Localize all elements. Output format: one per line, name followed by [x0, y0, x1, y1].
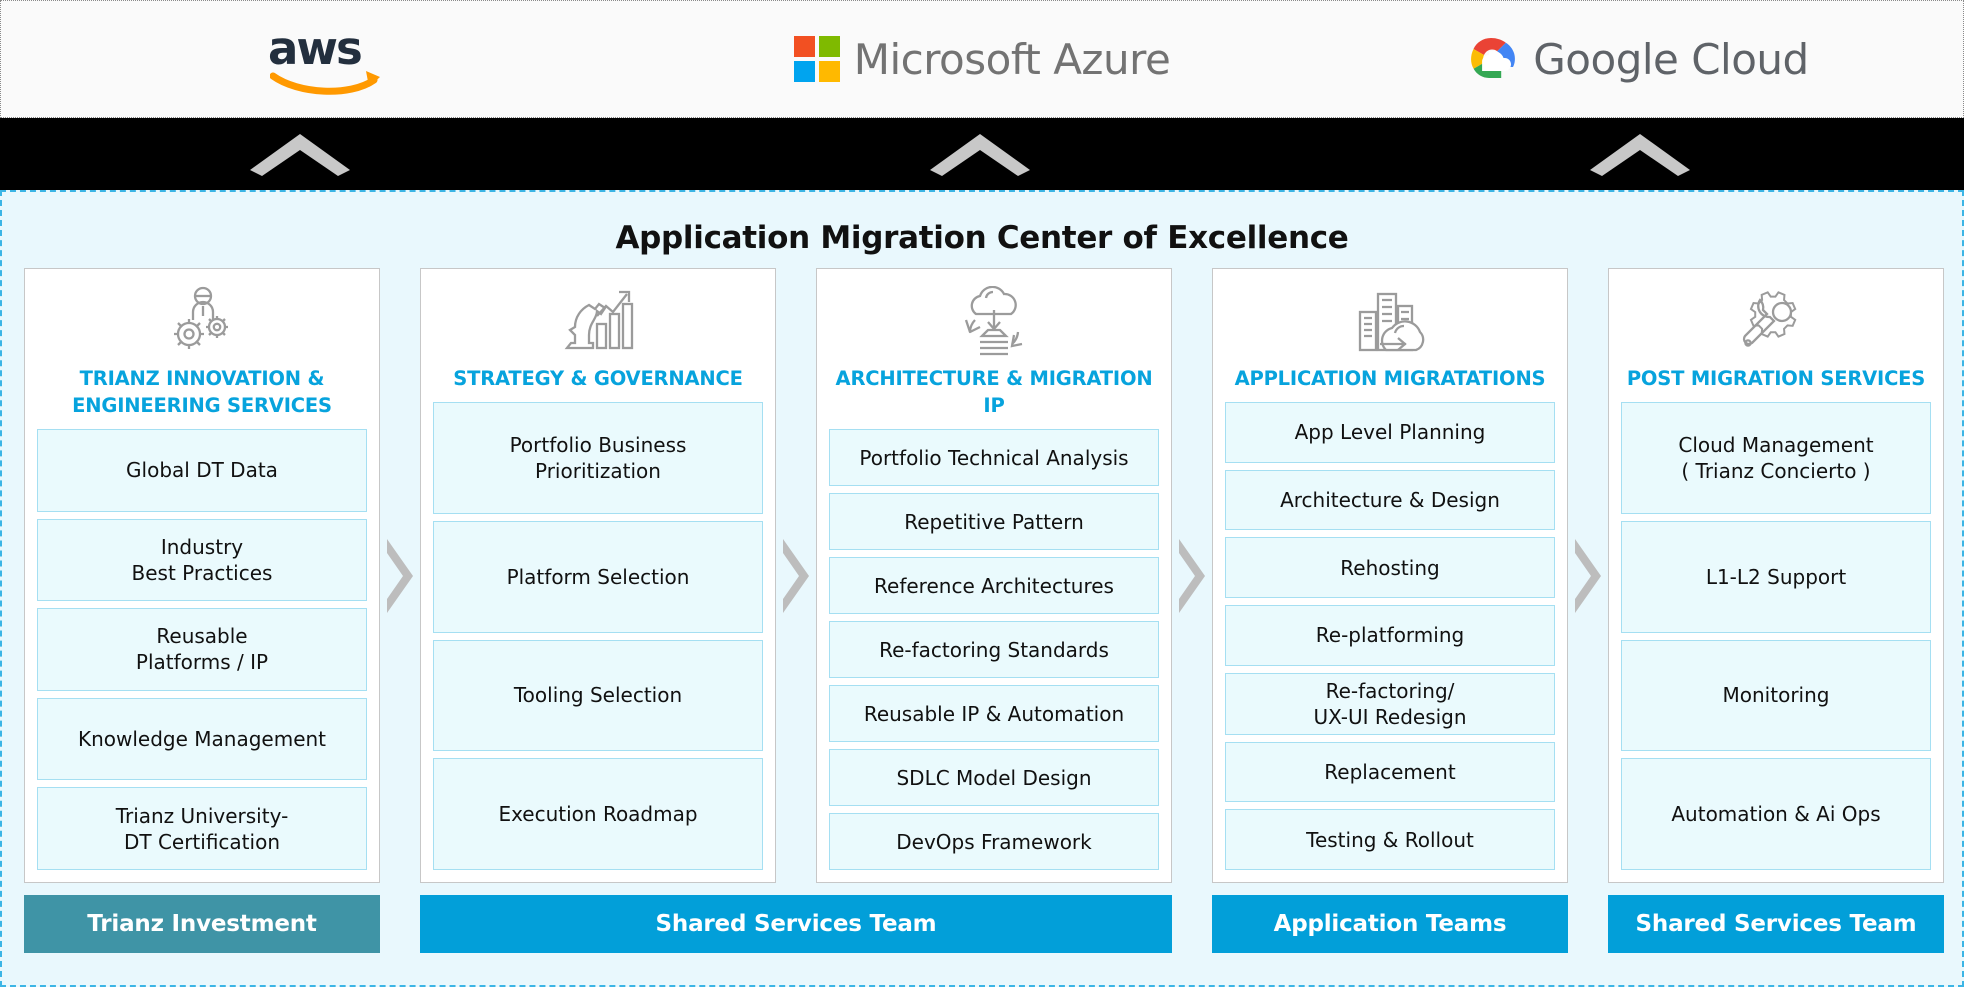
list-item[interactable]: App Level Planning	[1225, 402, 1555, 463]
chevron-up-icon-google-cloud	[1590, 134, 1690, 176]
buildings-to-cloud-icon	[1348, 285, 1432, 359]
pillar-items: Cloud Management ( Trianz Concierto ) L1…	[1621, 402, 1931, 870]
pillar-architecture-migration-ip[interactable]: ARCHITECTURE & MIGRATION IP Portfolio Te…	[816, 268, 1172, 883]
page-title: Application Migration Center of Excellen…	[615, 220, 1349, 256]
azure-word-microsoft: Microsoft	[853, 34, 1041, 84]
azure-logo-text: Microsoft Azure	[854, 35, 1171, 84]
list-item[interactable]: Tooling Selection	[433, 639, 763, 752]
list-item[interactable]: Monitoring	[1621, 639, 1931, 752]
chevron-right-icon	[387, 538, 413, 613]
pillar-columns-row: TRIANZ INNOVATION & ENGINEERING SERVICES…	[24, 268, 1944, 883]
google-cloud-word-google: Google	[1533, 34, 1679, 84]
list-item[interactable]: Reference Architectures	[829, 557, 1159, 614]
team-bar-shared-services-team-right[interactable]: Shared Services Team	[1608, 895, 1944, 953]
flow-arrow-3	[1172, 268, 1212, 883]
list-item[interactable]: SDLC Model Design	[829, 749, 1159, 806]
chevron-right-icon	[783, 538, 809, 613]
pillar-application-migratations[interactable]: APPLICATION MIGRATATIONS App Level Plann…	[1212, 268, 1568, 883]
aws-logo: aws	[268, 22, 388, 95]
list-item[interactable]: Repetitive Pattern	[829, 493, 1159, 550]
list-item[interactable]: Portfolio Business Prioritization	[433, 402, 763, 514]
pillar-trianz-innovation-engineering-services[interactable]: TRIANZ INNOVATION & ENGINEERING SERVICES…	[24, 268, 380, 883]
aws-logo-text: aws	[268, 22, 363, 75]
person-gears-icon	[165, 285, 239, 359]
pillar-post-migration-services[interactable]: POST MIGRATION SERVICES Cloud Management…	[1608, 268, 1944, 883]
list-item[interactable]: Re-factoring/ UX-UI Redesign	[1225, 672, 1555, 735]
chevron-up-icon-azure	[930, 134, 1030, 176]
team-bar-gap	[1568, 895, 1608, 953]
application-migration-coe-panel: Application Migration Center of Excellen…	[0, 190, 1964, 987]
google-cloud-logo-text: Google Cloud	[1533, 34, 1809, 84]
cloud-provider-aws: aws	[1, 1, 655, 117]
team-bar-shared-services-team-left[interactable]: Shared Services Team	[420, 895, 1172, 953]
list-item[interactable]: Re-factoring Standards	[829, 621, 1159, 678]
pillar-items: Portfolio Technical Analysis Repetitive …	[829, 429, 1159, 870]
list-item[interactable]: Platform Selection	[433, 520, 763, 633]
list-item[interactable]: Replacement	[1225, 741, 1555, 803]
list-item[interactable]: Trianz University- DT Certification	[37, 787, 367, 870]
pillar-title: ARCHITECTURE & MIGRATION IP	[835, 367, 1153, 417]
pillar-strategy-governance[interactable]: STRATEGY & GOVERNANCE Portfolio Business…	[420, 268, 776, 883]
team-bars-row: Trianz Investment Shared Services Team A…	[24, 895, 1944, 953]
list-item[interactable]: Portfolio Technical Analysis	[829, 429, 1159, 486]
microsoft-squares-icon	[793, 36, 840, 82]
google-cloud-mark-icon	[1471, 38, 1516, 78]
list-item[interactable]: DevOps Framework	[829, 813, 1159, 870]
pillar-title: POST MIGRATION SERVICES	[1626, 367, 1926, 390]
flow-arrow-4	[1568, 268, 1608, 883]
cloud-provider-google-cloud: Google Cloud	[1309, 1, 1963, 117]
chevron-right-icon	[1179, 538, 1205, 613]
black-divider-band	[0, 118, 1964, 190]
list-item[interactable]: Rehosting	[1225, 537, 1555, 599]
list-item[interactable]: Knowledge Management	[37, 697, 367, 781]
cloud-providers-strip: aws Microsoft Azure Google Cloud	[0, 0, 1964, 118]
list-item[interactable]: Execution Roadmap	[433, 758, 763, 870]
list-item[interactable]: Testing & Rollout	[1225, 809, 1555, 871]
google-cloud-word-cloud: Cloud	[1691, 34, 1809, 84]
list-item[interactable]: L1-L2 Support	[1621, 520, 1931, 633]
azure-word-azure: Azure	[1053, 34, 1171, 84]
list-item[interactable]: Re-platforming	[1225, 605, 1555, 666]
pillar-items: Portfolio Business Prioritization Platfo…	[433, 402, 763, 870]
list-item[interactable]: Reusable Platforms / IP	[37, 608, 367, 691]
list-item[interactable]: Architecture & Design	[1225, 469, 1555, 531]
chevron-right-icon	[1575, 538, 1601, 613]
pillar-items: Global DT Data Industry Best Practices R…	[37, 429, 367, 870]
cloud-provider-azure: Microsoft Azure	[655, 1, 1309, 117]
list-item[interactable]: Reusable IP & Automation	[829, 685, 1159, 742]
wrench-gear-icon	[1738, 285, 1814, 359]
list-item[interactable]: Automation & Ai Ops	[1621, 758, 1931, 870]
list-item[interactable]: Industry Best Practices	[37, 518, 367, 602]
flow-arrow-1	[380, 268, 420, 883]
pillar-title: APPLICATION MIGRATATIONS	[1234, 367, 1546, 390]
team-bar-gap	[1172, 895, 1212, 953]
chevron-up-icon-aws	[250, 134, 350, 176]
list-item[interactable]: Cloud Management ( Trianz Concierto )	[1621, 402, 1931, 514]
team-bar-application-teams[interactable]: Application Teams	[1212, 895, 1568, 953]
flow-arrow-2	[776, 268, 816, 883]
cloud-download-stack-icon	[952, 285, 1036, 359]
team-bar-gap	[380, 895, 420, 953]
pillar-title: TRIANZ INNOVATION & ENGINEERING SERVICES	[72, 367, 332, 417]
list-item[interactable]: Global DT Data	[37, 429, 367, 512]
aws-smile-icon	[270, 71, 380, 95]
pillar-title: STRATEGY & GOVERNANCE	[453, 367, 743, 390]
pillar-items: App Level Planning Architecture & Design…	[1225, 402, 1555, 871]
team-bar-trianz-investment[interactable]: Trianz Investment	[24, 895, 380, 953]
chess-knight-bar-chart-icon	[557, 285, 639, 359]
